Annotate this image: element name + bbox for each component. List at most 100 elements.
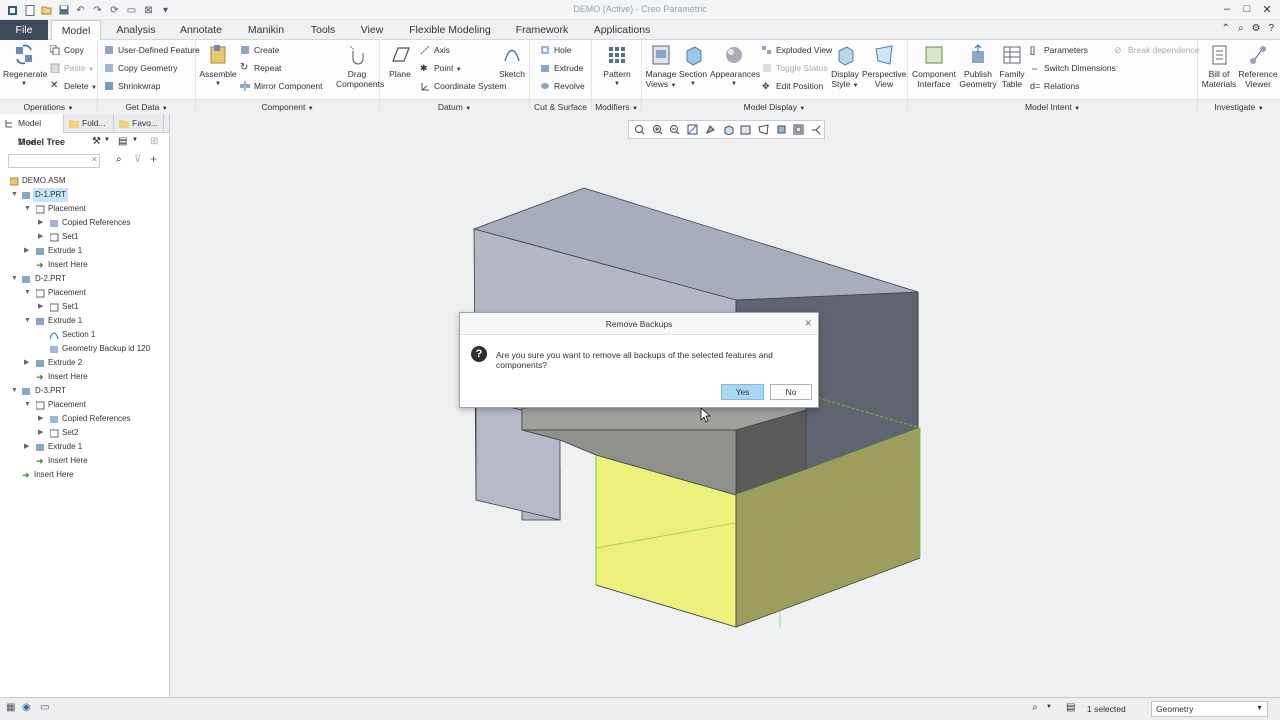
perspective-icon[interactable] <box>756 123 771 137</box>
create-button[interactable]: Create <box>240 43 280 57</box>
clear-search-icon[interactable]: ✕ <box>91 155 98 164</box>
paste-button[interactable]: Paste ▼ <box>50 61 94 75</box>
model-intent-group-label[interactable]: Model Intent ▼ <box>908 99 1197 113</box>
tree-node-section1[interactable]: Section 1 <box>0 328 168 342</box>
get-data-group-label[interactable]: Get Data ▼ <box>98 99 195 113</box>
publish-geometry-button[interactable]: Publish Geometry <box>958 43 998 89</box>
edit-position-button[interactable]: ✥ Edit Position <box>762 79 823 93</box>
bill-of-materials-button[interactable]: Bill of Materials <box>1200 43 1238 89</box>
expand-icon[interactable]: ▶ <box>24 356 29 370</box>
tree-show-dropdown-icon[interactable]: ▼ <box>132 137 138 143</box>
dialog-close-icon[interactable]: ✕ <box>804 318 812 329</box>
tree-node-extrude2[interactable]: ▶ Extrude 2 <box>0 356 168 370</box>
section-button[interactable]: Section ▼ <box>678 43 708 89</box>
coordinate-system-button[interactable]: Coordinate System <box>420 79 506 93</box>
expand-icon[interactable]: ▶ <box>24 440 29 454</box>
tree-node-geometry-backup[interactable]: Geometry Backup id 120 <box>0 342 168 356</box>
revolve-button[interactable]: Revolve <box>540 79 585 93</box>
relations-button[interactable]: d= Relations <box>1030 79 1079 93</box>
point-button[interactable]: ✱ Point ▼ <box>420 61 462 75</box>
view-manager-icon[interactable] <box>738 123 753 137</box>
tree-node-extrude1[interactable]: ▶ Extrude 1 <box>0 440 168 454</box>
tab-tools[interactable]: Tools <box>302 20 344 40</box>
expand-icon[interactable]: ▶ <box>38 230 43 244</box>
operations-group-label[interactable]: Operations ▼ <box>0 99 97 113</box>
display-style-icon[interactable] <box>703 123 718 137</box>
tree-node-d3-prt[interactable]: ▼ D-3.PRT <box>0 384 168 398</box>
udf-button[interactable]: User-Defined Feature <box>104 43 200 57</box>
annotation-display-icon[interactable] <box>809 123 824 137</box>
datum-group-label[interactable]: Datum ▼ <box>380 99 529 113</box>
tab-model-tree[interactable]: Model Tree <box>0 114 64 147</box>
hole-button[interactable]: Hole <box>540 43 571 57</box>
delete-button[interactable]: ✕ Delete ▼ <box>50 79 97 93</box>
assemble-button[interactable]: Assemble ▼ <box>199 43 237 89</box>
tree-columns-icon[interactable]: ⊞ <box>150 136 158 147</box>
expand-icon[interactable]: ▶ <box>38 412 43 426</box>
sketch-button[interactable]: Sketch <box>498 43 526 79</box>
expand-icon[interactable]: ▶ <box>24 244 29 258</box>
manage-views-button[interactable]: Manage Views ▼ <box>644 43 678 91</box>
copy-button[interactable]: Copy <box>50 43 84 57</box>
find-status-icon[interactable]: ⌕ <box>1032 702 1038 713</box>
zoom-in-icon[interactable] <box>650 123 665 137</box>
selection-buffer-icon[interactable]: ▤ <box>1066 702 1075 713</box>
component-group-label[interactable]: Component ▼ <box>196 99 379 113</box>
settings-icon[interactable]: ⚙ <box>1251 23 1260 34</box>
tree-node-extrude1[interactable]: ▼ Extrude 1 <box>0 314 168 328</box>
collapse-icon[interactable]: ▼ <box>24 398 31 412</box>
collapse-icon[interactable]: ▼ <box>24 286 31 300</box>
tree-node-insert-here[interactable]: ➜ Insert Here <box>0 258 168 272</box>
appearances-button[interactable]: Appearances ▼ <box>710 43 760 89</box>
family-table-button[interactable]: Family Table <box>998 43 1026 89</box>
help-icon[interactable]: ? <box>1268 23 1274 34</box>
tree-node-demo-asm[interactable]: DEMO.ASM <box>0 174 168 188</box>
drag-components-button[interactable]: Drag Components <box>336 43 384 89</box>
repeat-button[interactable]: ↻ Repeat <box>240 61 281 75</box>
tree-node-d1-prt[interactable]: ▼ D-1.PRT <box>0 188 168 202</box>
break-dependence-button[interactable]: ⊘ Break dependence <box>1114 43 1199 57</box>
repaint-icon[interactable] <box>685 123 700 137</box>
tab-flexible-modeling[interactable]: Flexible Modeling <box>400 20 500 40</box>
tab-view[interactable]: View <box>352 20 392 40</box>
datum-display-icon[interactable] <box>792 123 807 137</box>
filter-icon[interactable]: ⊽ <box>134 154 141 165</box>
mirror-component-button[interactable]: Mirror Component <box>240 79 323 93</box>
tree-node-insert-here-asm[interactable]: ➜ Insert Here <box>0 468 168 482</box>
tree-settings-icon[interactable]: ⚒ <box>92 136 101 147</box>
collapse-icon[interactable]: ▼ <box>24 314 31 328</box>
tree-node-set2[interactable]: ▶ Set2 <box>0 426 168 440</box>
tree-node-placement[interactable]: ▼ Placement <box>0 398 168 412</box>
tab-framework[interactable]: Framework <box>508 20 576 40</box>
maximize-icon[interactable]: □ <box>1240 2 1254 16</box>
pattern-button[interactable]: Pattern ▼ <box>598 43 636 89</box>
find-icon[interactable]: ⌕ <box>116 154 122 165</box>
display-style-button[interactable]: Display Style ▼ <box>828 43 862 91</box>
tree-node-extrude1[interactable]: ▶ Extrude 1 <box>0 244 168 258</box>
regenerate-button[interactable]: Regenerate ▼ <box>3 43 47 89</box>
find-dropdown-icon[interactable]: ▼ <box>1046 704 1052 710</box>
perspective-view-button[interactable]: Perspective View <box>862 43 906 89</box>
collapse-icon[interactable]: ▼ <box>24 202 31 216</box>
parameters-button[interactable]: [] Parameters <box>1030 43 1088 57</box>
expand-icon[interactable]: ▶ <box>38 426 43 440</box>
toggle-status-button[interactable]: Toggle Status <box>762 61 828 75</box>
refit-icon[interactable] <box>632 123 647 137</box>
switch-dimensions-button[interactable]: ⇔ Switch Dimensions <box>1030 61 1116 75</box>
model-display-group-label[interactable]: Model Display ▼ <box>642 99 907 113</box>
expand-icon[interactable]: ▶ <box>38 216 43 230</box>
shrinkwrap-button[interactable]: Shrinkwrap <box>104 79 161 93</box>
tree-search-input[interactable] <box>8 154 100 168</box>
minimize-icon[interactable]: – <box>1220 2 1234 16</box>
collapse-icon[interactable]: ▼ <box>11 188 18 202</box>
tab-file[interactable]: File <box>0 20 48 40</box>
modifiers-group-label[interactable]: Modifiers ▼ <box>592 99 641 113</box>
collapse-icon[interactable]: ▼ <box>11 384 18 398</box>
exploded-view-button[interactable]: Exploded View <box>762 43 832 57</box>
tree-node-copied-references[interactable]: ▶ Copied References <box>0 412 168 426</box>
tab-annotate[interactable]: Annotate <box>172 20 230 40</box>
toggle-navigator-icon[interactable]: ▦ <box>6 702 15 713</box>
investigate-group-label[interactable]: Investigate ▼ <box>1198 99 1280 113</box>
minimize-ribbon-icon[interactable]: ⌃ <box>1221 23 1229 34</box>
tree-node-copied-references[interactable]: ▶ Copied References <box>0 216 168 230</box>
